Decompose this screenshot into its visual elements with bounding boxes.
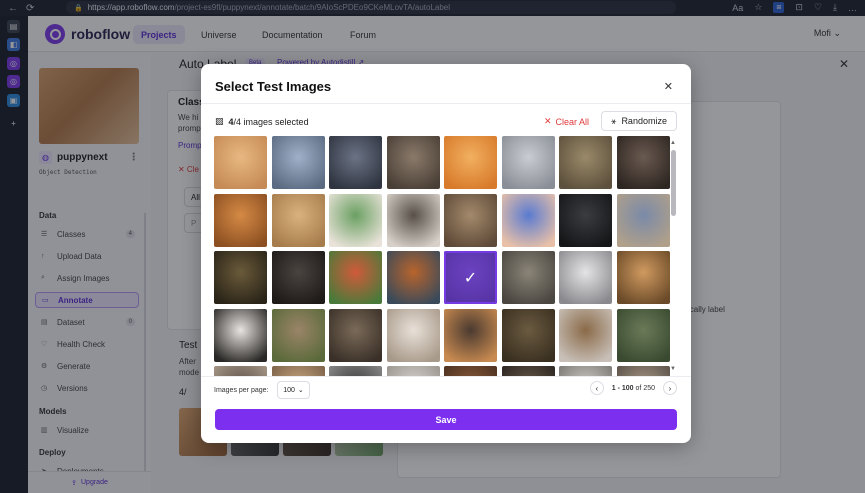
checkmark-icon: ✓	[444, 251, 497, 304]
selection-summary: ▨ 4/4 images selected	[215, 116, 309, 127]
per-page-value: 100	[283, 386, 295, 394]
image-tile[interactable]	[329, 308, 382, 362]
image-tile[interactable]	[501, 251, 555, 304]
image-tile[interactable]	[386, 136, 440, 189]
image-tile[interactable]	[501, 308, 555, 362]
chevron-down-icon: ⌄	[297, 387, 304, 394]
image-tile[interactable]	[271, 193, 325, 247]
image-tile[interactable]	[386, 366, 440, 376]
x-icon: ✕	[544, 116, 552, 126]
page-total: of 250	[635, 384, 655, 392]
scroll-down-icon[interactable]: ▼	[670, 366, 676, 372]
image-tile[interactable]	[501, 136, 555, 189]
scroll-thumb[interactable]	[671, 150, 676, 216]
image-tile[interactable]	[501, 366, 555, 376]
image-tile[interactable]	[444, 366, 497, 376]
image-tile[interactable]	[329, 251, 382, 304]
image-tile[interactable]	[559, 366, 612, 376]
image-tile[interactable]	[386, 193, 440, 247]
image-tile[interactable]	[329, 136, 382, 189]
image-tile[interactable]	[616, 136, 670, 189]
divider	[201, 103, 691, 104]
image-tile[interactable]	[616, 308, 670, 362]
image-icon: ▨	[215, 116, 224, 126]
image-tile[interactable]	[214, 136, 267, 189]
pager: ‹ 1 - 100 of 250 ›	[589, 381, 677, 395]
image-grid: ✓	[214, 136, 674, 376]
image-tile[interactable]	[501, 193, 555, 247]
image-tile[interactable]	[559, 193, 612, 247]
image-tile[interactable]	[214, 308, 267, 362]
per-page-select[interactable]: 100 ⌄	[277, 381, 310, 399]
image-tile[interactable]	[271, 251, 325, 304]
modal-title: Select Test Images	[215, 79, 332, 94]
select-test-images-modal: Select Test Images ✕ ▨ 4/4 images select…	[201, 64, 691, 443]
next-page-icon[interactable]: ›	[663, 381, 677, 395]
image-tile[interactable]	[616, 366, 670, 376]
image-tile[interactable]	[559, 136, 612, 189]
image-tile[interactable]	[214, 366, 267, 376]
image-tile[interactable]	[616, 251, 670, 304]
randomize-button[interactable]: ⚹ Randomize	[601, 111, 677, 131]
image-tile[interactable]	[271, 136, 325, 189]
image-tile[interactable]	[329, 366, 382, 376]
per-page-label: Images per page:	[214, 387, 269, 394]
image-tile[interactable]	[444, 136, 497, 189]
randomize-label: Randomize	[621, 116, 667, 126]
image-tile[interactable]	[444, 193, 497, 247]
image-tile[interactable]	[271, 366, 325, 376]
selected-total: /4 images selected	[233, 116, 309, 127]
image-tile[interactable]	[444, 308, 497, 362]
image-tile[interactable]: ✓	[444, 251, 497, 304]
page-range: 1 - 100	[611, 384, 634, 392]
image-tile[interactable]	[559, 308, 612, 362]
image-tile[interactable]	[214, 193, 267, 247]
image-tile[interactable]	[329, 193, 382, 247]
image-tile[interactable]	[386, 308, 440, 362]
image-tile[interactable]	[616, 193, 670, 247]
prev-page-icon[interactable]: ‹	[589, 381, 604, 395]
image-tile[interactable]	[271, 308, 325, 362]
image-tile[interactable]	[386, 251, 440, 304]
save-button[interactable]: Save	[215, 409, 677, 430]
image-tile[interactable]	[214, 251, 267, 304]
close-icon[interactable]: ✕	[664, 80, 673, 93]
clear-all-button[interactable]: ✕ Clear All	[544, 116, 589, 127]
scroll-up-icon[interactable]: ▲	[670, 140, 676, 146]
pagination-footer: Images per page: 100 ⌄ ‹ 1 - 100 of 250 …	[201, 376, 691, 406]
wand-icon: ⚹	[611, 115, 617, 126]
image-tile[interactable]	[559, 251, 612, 304]
image-grid-scrollbar[interactable]: ▲ ▼	[670, 140, 676, 375]
clear-all-label: Clear All	[555, 116, 590, 127]
